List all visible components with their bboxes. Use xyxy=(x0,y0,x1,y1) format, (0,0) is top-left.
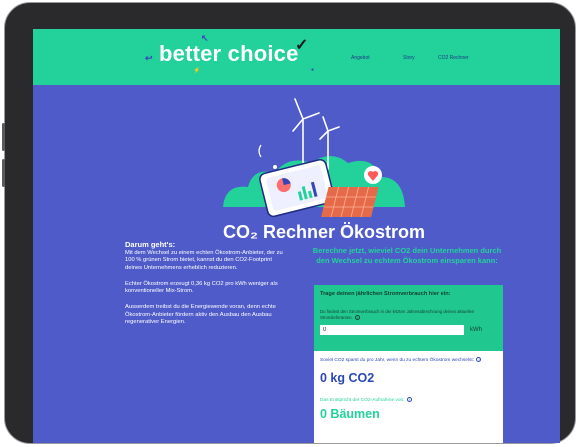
co2-result-label: Soviel CO2 sparst du pro Jahr, wenn du z… xyxy=(320,357,498,364)
consumption-card-title: Trage deinen jährlichen Stromverbrauch h… xyxy=(320,291,451,297)
co2-result-value: 0 kg CO2 xyxy=(320,371,375,385)
intro-paragraph-3: Ausserdem treibst du die Energiewende vo… xyxy=(125,304,276,326)
trees-result-label: Das Entspricht der CO2-Aufnahme von: i xyxy=(320,397,412,403)
volume-button xyxy=(2,123,5,151)
page-title: CO₂ Rechner Ökostrom xyxy=(222,222,426,242)
decor-swirl: ↩ xyxy=(145,53,153,63)
tablet-frame: ↩ ↖ ⚡ ● better choice ✓ Angebot Story CO… xyxy=(2,2,576,444)
volume-button xyxy=(2,159,5,187)
decor-dash: ⚡ xyxy=(193,68,201,74)
logo-check-icon: ✓ xyxy=(295,37,309,54)
screen: ↩ ↖ ⚡ ● better choice ✓ Angebot Story CO… xyxy=(33,29,560,443)
result-card: Soviel CO2 sparst du pro Jahr, wenn du z… xyxy=(314,351,503,443)
logo[interactable]: better choice xyxy=(159,41,299,67)
intro-heading: Darum geht's: xyxy=(125,240,176,249)
nav-link-co2-rechner[interactable]: CO2 Rechner xyxy=(438,55,469,61)
info-icon[interactable]: i xyxy=(406,397,412,402)
hero-illustration xyxy=(223,98,405,218)
consumption-input[interactable] xyxy=(320,325,464,335)
consumption-card: Trage deinen jährlichen Stromverbrauch h… xyxy=(314,285,503,351)
intro-paragraph-2: Echter Ökostrom erzeugt 0,36 kg CO2 pro … xyxy=(125,280,278,295)
info-icon[interactable]: i xyxy=(354,314,360,320)
unit-label: kWh xyxy=(470,327,482,333)
calculator-heading: Berechne jetzt, wieviel CO2 dein Unterne… xyxy=(312,246,502,265)
nav-link-angebot[interactable]: Angebot xyxy=(351,55,370,61)
nav-link-story[interactable]: Story xyxy=(403,55,415,61)
info-icon[interactable]: i xyxy=(476,357,482,362)
consumption-input-label: Du findest den Stromverbrauch in der let… xyxy=(320,309,475,320)
trees-result-value: 0 Bäumen xyxy=(320,407,380,421)
site-header: ↩ ↖ ⚡ ● better choice ✓ Angebot Story CO… xyxy=(33,29,560,85)
decor-dot: ● xyxy=(311,67,315,73)
intro-section: Darum geht's: Mit dem Wechsel zu einem e… xyxy=(125,240,285,335)
intro-paragraph-1: Mit dem Wechsel zu einem echten Ökostrom… xyxy=(125,250,283,271)
